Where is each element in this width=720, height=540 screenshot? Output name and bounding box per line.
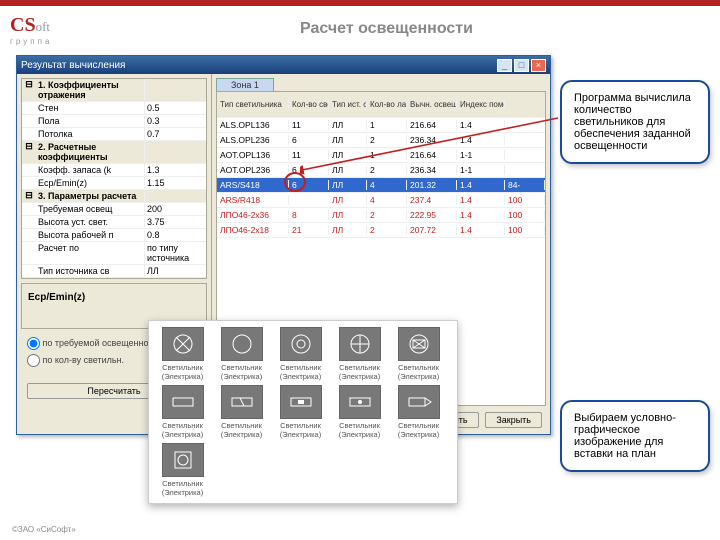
symbol-icon: [162, 327, 204, 361]
symbol-icon: [221, 327, 263, 361]
symbol-icon: [398, 385, 440, 419]
window-title: Результат вычисления: [21, 60, 495, 71]
symbol-item[interactable]: Светильник(Электрика): [214, 385, 269, 439]
symbol-item[interactable]: Светильник(Электрика): [155, 385, 210, 439]
symbol-icon: [162, 443, 204, 477]
symbol-item[interactable]: Светильник(Электрика): [332, 385, 387, 439]
symbol-icon: [221, 385, 263, 419]
minimize-icon[interactable]: _: [497, 59, 512, 72]
table-row[interactable]: ALS.OPL2366ЛЛ2236.341.4: [217, 133, 545, 148]
maximize-icon[interactable]: □: [514, 59, 529, 72]
symbol-icon: [339, 385, 381, 419]
symbol-item[interactable]: Светильник(Электрика): [214, 327, 269, 381]
symbol-icon: [398, 327, 440, 361]
symbol-picker[interactable]: Светильник(Электрика)Светильник(Электрик…: [148, 320, 458, 504]
table-row[interactable]: AOT.OPL2366ЛЛ2236.341-1: [217, 163, 545, 178]
table-row[interactable]: ARS/R418ЛЛ4237.41.4100: [217, 193, 545, 208]
symbol-item[interactable]: Светильник(Электрика): [155, 443, 210, 497]
callout-1: Программа вычислила количество светильни…: [560, 80, 710, 164]
symbol-item[interactable]: Светильник(Электрика): [273, 385, 328, 439]
table-row[interactable]: ALS.OPL13611ЛЛ1216.641.4: [217, 118, 545, 133]
symbol-item[interactable]: Светильник(Электрика): [332, 327, 387, 381]
copyright: ©ЗАО «СиСофт»: [12, 525, 76, 534]
symbol-icon: [280, 327, 322, 361]
property-grid[interactable]: ⊟1. Коэффициенты отражения Стен0.5 Пола0…: [21, 78, 207, 279]
symbol-icon: [162, 385, 204, 419]
table-row[interactable]: AOT.OPL13611ЛЛ1216.641-1: [217, 148, 545, 163]
symbol-icon: [280, 385, 322, 419]
symbol-item[interactable]: Светильник(Электрика): [391, 327, 446, 381]
symbol-item[interactable]: Светильник(Электрика): [155, 327, 210, 381]
zone-tab[interactable]: Зона 1: [216, 78, 274, 91]
close-button[interactable]: Закрыть: [485, 412, 542, 428]
symbol-icon: [339, 327, 381, 361]
table-row[interactable]: ЛПО46-2x368ЛЛ2222.951.4100: [217, 208, 545, 223]
table-row[interactable]: ЛПО46-2x1821ЛЛ2207.721.4100: [217, 223, 545, 238]
callout-2: Выбираем условно-графическое изображение…: [560, 400, 710, 472]
symbol-item[interactable]: Светильник(Электрика): [273, 327, 328, 381]
logo: CSoft группа: [10, 14, 52, 46]
slide-title: Расчет освещенности: [300, 20, 473, 38]
table-row[interactable]: ARS/S4186ЛЛ4201.321.484-: [217, 178, 545, 193]
symbol-item[interactable]: Светильник(Электрика): [391, 385, 446, 439]
close-icon[interactable]: ×: [531, 59, 546, 72]
